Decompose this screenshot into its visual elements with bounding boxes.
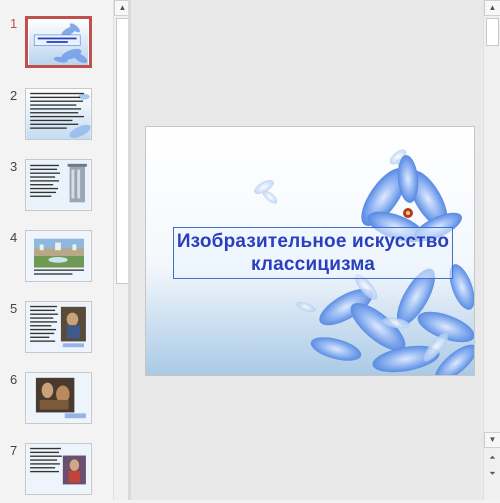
- thumbnail-painting-image: [26, 373, 91, 423]
- slide-thumbnail-2[interactable]: 2: [0, 88, 114, 148]
- thumbnail-preview: [25, 88, 92, 140]
- slide-canvas[interactable]: Изобразительное искусство классицизма: [145, 126, 475, 376]
- slide-scrollbar[interactable]: ▲ ▼ ⏶ ⏷: [483, 0, 500, 500]
- slide-thumbnail-5[interactable]: 5: [0, 301, 114, 361]
- thumbnail-text-and-building-image: [26, 160, 91, 210]
- thumbnail-preview: [25, 443, 92, 495]
- slide-title-placeholder[interactable]: Изобразительное искусство классицизма: [173, 227, 453, 279]
- arrow-down-icon: ▼: [488, 435, 497, 444]
- thumbnail-preview: [25, 230, 92, 282]
- slide-number: 1: [10, 16, 18, 31]
- slide-number: 7: [10, 443, 18, 458]
- thumbnail-text-and-painting-image: [26, 302, 91, 352]
- scroll-down-button[interactable]: ▼: [484, 432, 500, 448]
- slide-thumbnail-7[interactable]: 7: [0, 443, 114, 503]
- slide-number: 3: [10, 159, 18, 174]
- slide-thumbnail-pane: 1 2 3 4 5 6 7: [0, 0, 114, 500]
- slide-thumbnail-1[interactable]: 1: [0, 16, 114, 76]
- slide-number: 5: [10, 301, 18, 316]
- slide-number: 2: [10, 88, 18, 103]
- double-arrow-up-icon: ⏶: [489, 453, 496, 462]
- thumbnail-preview: [25, 159, 92, 211]
- thumbnail-text-and-portrait-image: [26, 444, 91, 494]
- arrow-up-icon: ▲: [118, 3, 127, 12]
- thumbnail-palace-garden-image: [26, 231, 91, 281]
- slide-number: 6: [10, 372, 18, 387]
- scroll-up-button[interactable]: ▲: [484, 0, 500, 16]
- slide-thumbnail-6[interactable]: 6: [0, 372, 114, 432]
- thumbnail-preview: [25, 301, 92, 353]
- next-slide-button[interactable]: ⏷: [484, 466, 500, 482]
- double-arrow-down-icon: ⏷: [489, 469, 496, 478]
- slide-thumbnail-3[interactable]: 3: [0, 159, 114, 219]
- arrow-up-icon: ▲: [488, 3, 497, 12]
- slide-title: Изобразительное искусство классицизма: [176, 231, 450, 275]
- thumbnail-text-slide-image: [26, 89, 91, 139]
- slide-thumbnail-4[interactable]: 4: [0, 230, 114, 290]
- previous-slide-button[interactable]: ⏶: [484, 450, 500, 466]
- slide-number: 4: [10, 230, 18, 245]
- thumbnail-preview: [25, 16, 92, 68]
- thumbnail-preview: [25, 372, 92, 424]
- scrollbar-thumb[interactable]: [486, 18, 499, 46]
- thumbnail-title-slide-image: [28, 19, 89, 65]
